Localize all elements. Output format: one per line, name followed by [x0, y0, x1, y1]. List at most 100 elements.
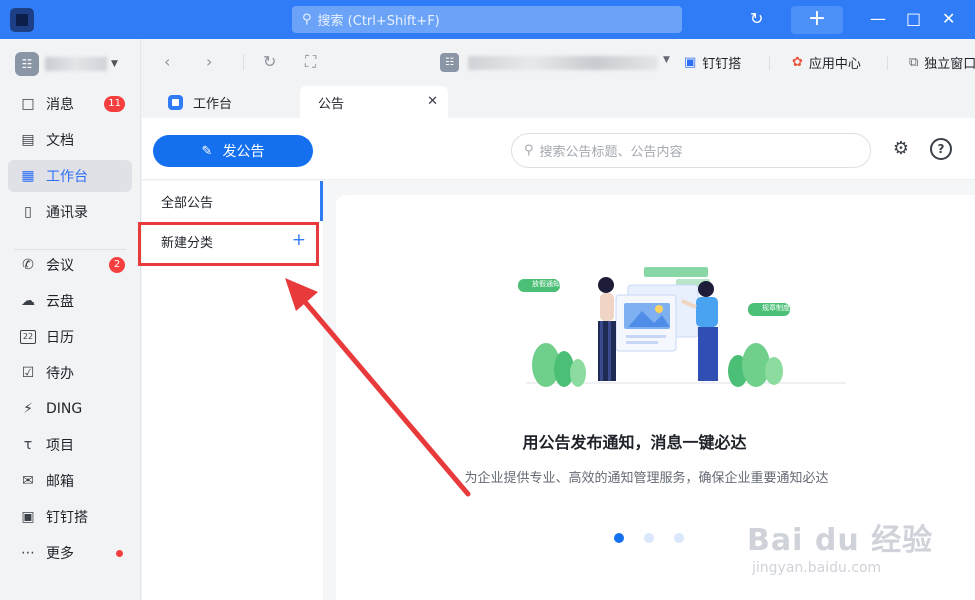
- checkbox-icon: ☑: [21, 365, 35, 381]
- nav-item-project[interactable]: τ 项目: [8, 429, 132, 461]
- category-label: 全部公告: [161, 195, 214, 211]
- chat-icon: □: [21, 96, 35, 112]
- tab-bar: 工作台 公告 ✕: [142, 86, 975, 118]
- illustration-tag-right: 规章制度: [762, 304, 790, 312]
- org-name-blurred: [45, 57, 107, 71]
- link-label: 独立窗口: [924, 57, 975, 72]
- pager-dot[interactable]: [644, 533, 654, 543]
- nav-item-label: 项目: [46, 438, 74, 454]
- tab-label: 公告: [318, 96, 345, 112]
- pager-dot[interactable]: [674, 533, 684, 543]
- nav-item-cloud[interactable]: ☁ 云盘: [8, 285, 132, 317]
- minimize-icon[interactable]: —: [870, 8, 886, 30]
- app-center-link[interactable]: ✿ 应用中心: [792, 53, 861, 72]
- title-bar: ⚲ 搜索 (Ctrl+Shift+F) ↻ + — □ ✕: [0, 0, 975, 39]
- post-announcement-button[interactable]: ✎ 发公告: [153, 135, 313, 167]
- org-crumb-blurred[interactable]: [468, 56, 658, 70]
- dingtalk-build-link[interactable]: ▣ 钉钉搭: [684, 53, 741, 72]
- forward-icon[interactable]: ›: [206, 52, 212, 72]
- standalone-window-link[interactable]: ⧉ 独立窗口: [909, 53, 975, 72]
- more-icon: ⋯: [21, 545, 35, 561]
- link-label: 钉钉搭: [702, 57, 742, 72]
- nav-item-label: 消息: [46, 97, 74, 113]
- nav-item-meeting[interactable]: ✆ 会议 2: [8, 249, 132, 281]
- close-window-icon[interactable]: ✕: [942, 8, 955, 30]
- nav-item-calendar[interactable]: 22 日历: [8, 321, 132, 353]
- back-icon[interactable]: ‹: [164, 52, 170, 72]
- maximize-icon[interactable]: □: [906, 8, 921, 30]
- build-icon: ▣: [684, 55, 697, 70]
- announcement-search-input[interactable]: ⚲ 搜索公告标题、公告内容: [511, 133, 871, 168]
- grid-icon: ▦: [21, 168, 35, 184]
- nav-item-more[interactable]: ⋯ 更多: [8, 537, 132, 569]
- search-icon: ⚲: [524, 143, 534, 158]
- announcement-header: ✎ 发公告 ⚲ 搜索公告标题、公告内容 ⚙ ?: [142, 118, 975, 180]
- nav-item-mail[interactable]: ✉ 邮箱: [8, 465, 132, 497]
- document-icon: ▤: [21, 132, 35, 148]
- pencil-icon: ✎: [201, 143, 213, 159]
- build-icon: ▣: [21, 509, 35, 525]
- tab-workbench[interactable]: 工作台: [168, 86, 232, 118]
- phone-icon: ✆: [22, 257, 34, 273]
- nav-item-workbench[interactable]: ▦ 工作台: [8, 160, 132, 192]
- org-switcher[interactable]: ☷ ▼: [15, 52, 118, 76]
- org-small-icon: ☷: [440, 53, 459, 72]
- refresh-icon[interactable]: ↻: [263, 52, 276, 72]
- nav-item-messages[interactable]: □ 消息 11: [8, 88, 132, 120]
- unread-badge: 11: [104, 96, 125, 112]
- nav-item-docs[interactable]: ▤ 文档: [8, 124, 132, 156]
- close-icon[interactable]: ✕: [427, 94, 438, 109]
- scroll-indicator: [320, 181, 323, 221]
- pager-dot-active[interactable]: [614, 533, 624, 543]
- browser-toolbar: ‹ › ↻ ⛶ ☷ ▼ ▣ 钉钉搭 ✿ 应用中心 ⧉ 独立窗口: [142, 39, 975, 86]
- annotation-highlight-box: [138, 222, 319, 266]
- notification-dot: [116, 550, 123, 557]
- history-icon[interactable]: ↻: [750, 8, 763, 30]
- nav-item-label: DING: [46, 401, 83, 417]
- app-center-icon: ✿: [792, 55, 803, 70]
- empty-state-description: 为企业提供专业、高效的通知管理服务，确保企业重要通知必达: [464, 471, 829, 486]
- toolbar-divider: [243, 54, 244, 70]
- nav-item-label: 文档: [46, 133, 74, 149]
- nav-item-label: 会议: [46, 258, 74, 274]
- nav-item-label: 日历: [46, 330, 74, 346]
- carousel-pager: [614, 533, 704, 543]
- nav-item-todo[interactable]: ☑ 待办: [8, 357, 132, 389]
- nav-item-label: 云盘: [46, 294, 74, 310]
- empty-state-title: 用公告发布通知，消息一键必达: [522, 433, 747, 452]
- nav-item-label: 待办: [46, 366, 74, 382]
- toolbar-divider: [887, 56, 888, 70]
- settings-gear-icon[interactable]: ⚙: [890, 138, 912, 160]
- link-label: 应用中心: [808, 57, 861, 72]
- calendar-icon: 22: [20, 330, 36, 344]
- org-avatar-icon: ☷: [15, 52, 39, 76]
- nav-item-dingtalk-build[interactable]: ▣ 钉钉搭: [8, 501, 132, 533]
- category-all[interactable]: 全部公告: [142, 181, 320, 221]
- caret-down-icon: ▼: [111, 59, 118, 69]
- project-icon: τ: [23, 437, 33, 453]
- announcement-illustration: [518, 267, 846, 387]
- create-button[interactable]: +: [791, 6, 843, 34]
- button-label: 发公告: [222, 144, 265, 160]
- nav-item-label: 通讯录: [46, 205, 88, 221]
- meeting-badge: 2: [109, 257, 125, 273]
- nav-item-label: 更多: [46, 546, 74, 562]
- tab-announcement[interactable]: 公告 ✕: [300, 86, 448, 118]
- caret-down-icon[interactable]: ▼: [663, 55, 670, 65]
- search-placeholder: 搜索公告标题、公告内容: [539, 145, 683, 160]
- tab-label: 工作台: [193, 96, 233, 112]
- help-icon[interactable]: ?: [930, 138, 952, 160]
- nav-item-contacts[interactable]: ▯ 通讯录: [8, 196, 132, 228]
- search-icon: ⚲: [302, 12, 312, 27]
- nav-item-label: 工作台: [46, 169, 88, 185]
- lightning-icon: ⚡: [23, 401, 33, 417]
- illustration-tag-left: 放假通知: [532, 280, 560, 288]
- global-search-input[interactable]: ⚲ 搜索 (Ctrl+Shift+F): [292, 6, 682, 33]
- nav-item-label: 邮箱: [46, 474, 74, 490]
- left-navigation: ☷ ▼ □ 消息 11 ▤ 文档 ▦ 工作台 ▯ 通讯录 ✆ 会议 2 ☁ 云盘…: [0, 39, 141, 600]
- nav-item-label: 钉钉搭: [46, 510, 88, 526]
- fullscreen-icon[interactable]: ⛶: [305, 52, 316, 72]
- app-logo: [10, 8, 34, 32]
- nav-item-ding[interactable]: ⚡ DING: [8, 393, 132, 425]
- popout-icon: ⧉: [909, 55, 919, 70]
